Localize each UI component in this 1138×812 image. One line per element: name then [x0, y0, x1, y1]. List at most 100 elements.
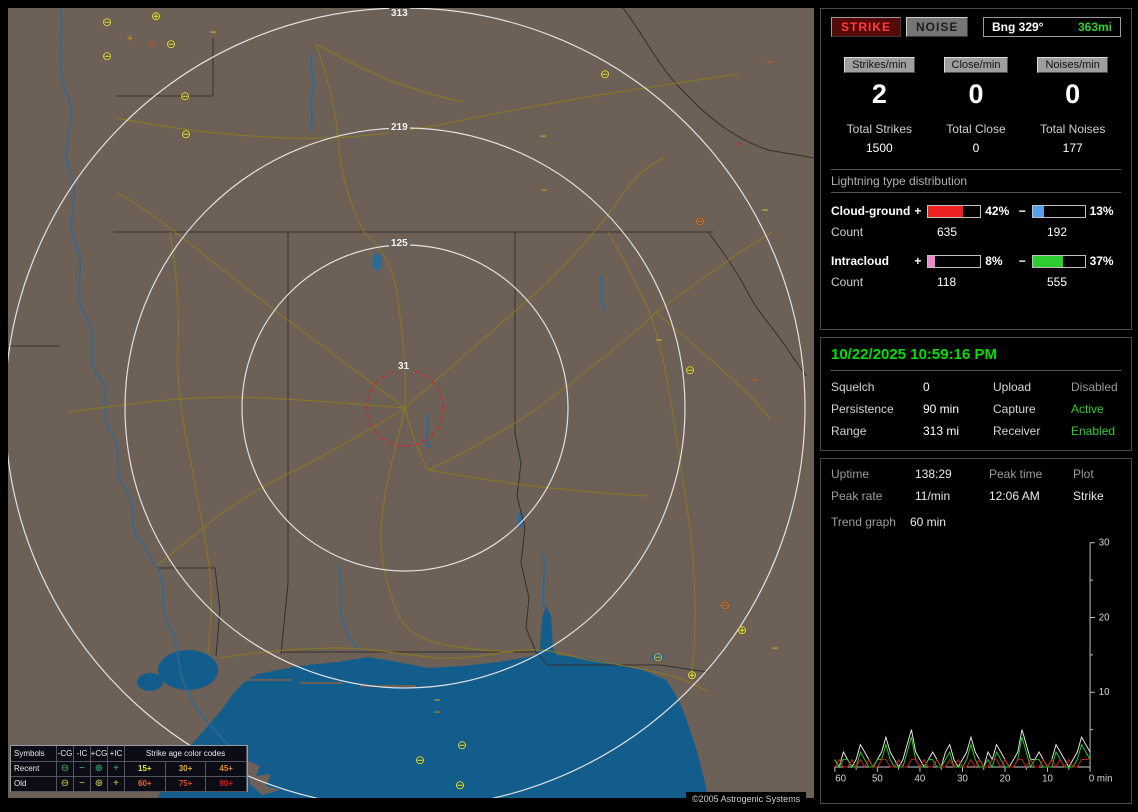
strike-symbol--CG: ⊖	[599, 67, 611, 81]
distance-value: 363mi	[1077, 20, 1112, 34]
status-section: 10/22/2025 10:59:16 PM Squelch 0 Upload …	[820, 337, 1132, 451]
range-value: 313 mi	[923, 424, 960, 438]
peak-rate-label: Peak rate	[831, 489, 883, 503]
cg-negative-count: 192	[1047, 225, 1068, 239]
svg-text:50: 50	[872, 773, 883, 784]
neg-cg-old-icon: ⊖	[57, 776, 74, 792]
cloud-ground-count-row: Count 635 192	[831, 225, 1121, 239]
noises-per-min-value: 0	[1065, 79, 1081, 109]
persistence-value: 90 min	[923, 402, 960, 416]
bearing-value: Bng 329°	[992, 20, 1044, 34]
trend-section: Uptime 138:29 Peak time Plot Peak rate 1…	[820, 458, 1132, 804]
legend-symbols-header: Symbols	[11, 746, 57, 762]
squelch-value: 0	[923, 380, 930, 394]
cloud-ground-label: Cloud-ground	[831, 204, 911, 218]
strike-symbol-+CG: ⊕	[736, 623, 748, 637]
range-ring-label: 125	[389, 238, 410, 249]
total-strikes-value: 1500	[865, 141, 893, 155]
svg-text:20: 20	[1099, 612, 1110, 623]
legend-col-neg-cg: -CG	[57, 746, 74, 762]
map: ⊕ ⊖ + + ⊖ ⊖ ⊖ ⊖ − ⊖ − − − ⊖ − − − ⊖ − ⊖ ⊕ ⊕ ⊖ − − − ⊖ ⊖ ⊖ 313 219 125 31…	[8, 8, 814, 798]
neg-cg-recent-icon: ⊖	[57, 761, 74, 777]
cg-negative-bar-fill	[1032, 205, 1044, 217]
age-code-45: 45+	[206, 761, 247, 777]
close-column: Close/min 0 Total Close 0	[928, 55, 1025, 155]
age-code-30: 30+	[165, 761, 207, 777]
svg-text:30: 30	[957, 773, 968, 784]
strikes-per-min-button[interactable]: Strikes/min	[844, 57, 915, 73]
peak-rate-value: 11/min	[915, 489, 951, 503]
distribution-title: Lightning type distribution	[831, 169, 1121, 193]
strike-symbol--IC: −	[540, 183, 548, 197]
count-label: Count	[831, 225, 864, 239]
svg-text:60: 60	[835, 773, 846, 784]
uptime-label: Uptime	[831, 467, 870, 481]
strike-symbol--CG: ⊖	[694, 214, 706, 228]
strike-symbol--CG: ⊖	[456, 738, 468, 752]
strike-symbol--IC: −	[771, 641, 779, 655]
strike-symbol--CG: ⊖	[165, 37, 177, 51]
divider	[831, 370, 1121, 371]
strike-symbol--CG: ⊖	[179, 89, 191, 103]
capture-label: Capture	[993, 402, 1036, 416]
cg-positive-count: 635	[937, 225, 958, 239]
pos-cg-recent-icon: ⊕	[91, 761, 108, 777]
strike-symbol--CG: ⊖	[101, 49, 113, 63]
upload-label: Upload	[993, 380, 1032, 394]
strike-symbol-+IC: +	[148, 37, 156, 51]
strike-symbol--CG: ⊖	[652, 650, 664, 664]
legend-old-label: Old	[11, 776, 57, 792]
range-label: Range	[831, 424, 867, 438]
ic-negative-bar	[1031, 254, 1086, 268]
copyright-notice: ©2005 Astrogenic Systems	[686, 792, 807, 807]
ic-negative-percent: 37%	[1089, 254, 1114, 268]
plus-sign: +	[914, 204, 922, 218]
datetime-display: 10/22/2025 10:59:16 PM	[831, 346, 997, 363]
cg-negative-percent: 13%	[1089, 204, 1114, 218]
receiver-label: Receiver	[993, 424, 1041, 438]
noise-mode-button[interactable]: NOISE	[906, 17, 969, 37]
trend-graph: 60 50 40 30 20 10 0 min 30 20 10	[831, 535, 1121, 784]
pos-ic-old-icon: +	[108, 776, 125, 792]
strike-symbol--CG: ⊖	[719, 598, 731, 612]
trend-graph-duration: 60 min	[909, 515, 946, 529]
strike-symbol--IC: −	[433, 705, 441, 719]
close-per-min-button[interactable]: Close/min	[943, 57, 1009, 73]
trend-series-cloud-ground	[834, 736, 1091, 769]
count-label: Count	[831, 275, 864, 289]
cg-positive-bar	[927, 204, 982, 218]
strike-symbol--IC: −	[766, 55, 774, 69]
strike-symbol--CG: ⊖	[180, 127, 192, 141]
intracloud-count-row: Count 118 555	[831, 275, 1121, 289]
noises-per-min-button[interactable]: Noises/min	[1037, 57, 1108, 73]
ic-positive-count: 118	[937, 275, 957, 289]
trend-graph-label: Trend graph	[831, 515, 896, 529]
close-per-min-value: 0	[968, 79, 984, 109]
uptime-value: 138:29	[915, 467, 952, 481]
cloud-ground-row: Cloud-ground + 42% − 13%	[831, 204, 1121, 218]
strike-symbol--CG: ⊖	[454, 778, 466, 792]
neg-ic-old-icon: −	[74, 776, 91, 792]
age-code-75: 75+	[165, 776, 207, 792]
strike-symbol--CG: ⊖	[101, 15, 113, 29]
settings-grid: Squelch 0 Upload Disabled Persistence 90…	[831, 380, 1121, 438]
strikes-per-min-value: 2	[871, 79, 887, 109]
strike-mode-button[interactable]: STRIKE	[831, 17, 902, 37]
total-strikes-label: Total Strikes	[846, 122, 912, 136]
ic-negative-count: 555	[1047, 275, 1068, 289]
legend-col-neg-ic: -IC	[74, 746, 91, 762]
strike-symbol--IC: −	[751, 373, 759, 387]
trend-graph-header: Trend graph 60 min	[831, 515, 1121, 529]
total-noises-label: Total Noises	[1039, 122, 1106, 136]
plus-sign: +	[914, 254, 922, 268]
age-code-60: 60+	[125, 776, 166, 792]
svg-text:30: 30	[1099, 538, 1110, 549]
strike-symbol--IC: −	[539, 129, 547, 143]
bearing-distance-box: Bng 329° 363mi	[983, 17, 1121, 37]
neg-ic-recent-icon: −	[74, 761, 91, 777]
range-ring-label: 219	[389, 122, 410, 133]
receiver-status: Enabled	[1071, 424, 1116, 438]
strike-symbol--IC: −	[735, 137, 743, 151]
strike-symbol-+CG: ⊕	[686, 668, 698, 682]
legend-col-pos-ic: +IC	[108, 746, 125, 762]
